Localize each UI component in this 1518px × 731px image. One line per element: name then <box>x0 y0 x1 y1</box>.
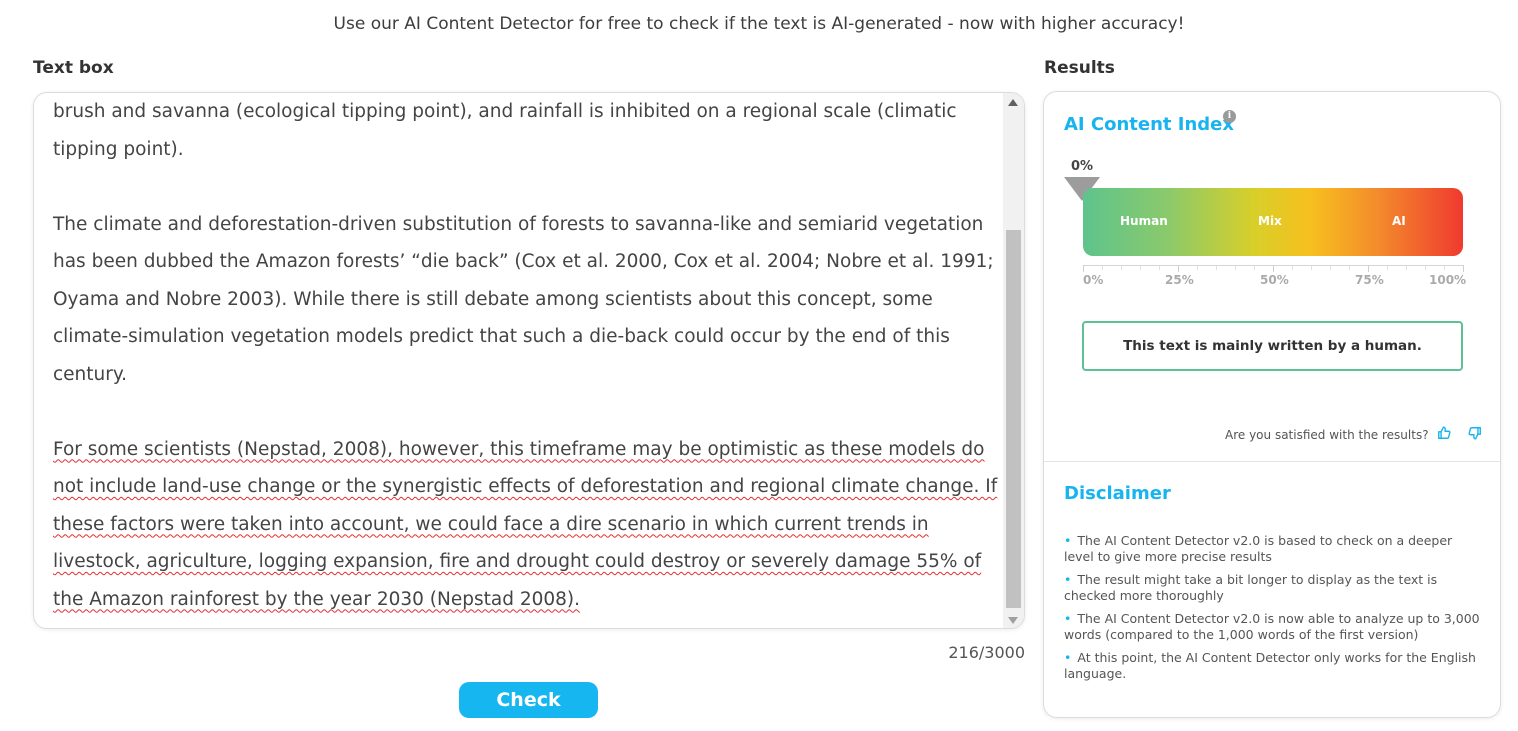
ai-content-index-title: AI Content Index <box>1064 114 1234 135</box>
satisfaction-prompt: Are you satisfied with the results? <box>1225 428 1429 442</box>
scale-tick <box>1121 265 1122 270</box>
scale-tick <box>1197 265 1198 270</box>
scale-tick <box>1140 265 1141 270</box>
page-banner: Use our AI Content Detector for free to … <box>333 14 1185 34</box>
textbox-label: Text box <box>33 58 114 78</box>
gauge-label-mix: Mix <box>1258 214 1282 228</box>
text-input-area[interactable]: brush and savanna (ecological tipping po… <box>33 92 1025 629</box>
scroll-down-arrow-icon[interactable] <box>1008 617 1018 624</box>
scale-tick <box>1292 265 1293 270</box>
scale-tick <box>1159 265 1160 270</box>
scale-tick-label: 25% <box>1165 273 1194 287</box>
results-label: Results <box>1044 58 1115 78</box>
verdict-box: This text is mainly written by a human. <box>1082 321 1463 371</box>
scale-tick-label: 0% <box>1083 273 1104 287</box>
scale-tick <box>1330 265 1331 270</box>
disclaimer-title: Disclaimer <box>1064 483 1171 504</box>
textbox-content[interactable]: brush and savanna (ecological tipping po… <box>53 93 998 618</box>
scale-tick <box>1368 265 1369 272</box>
scale-tick <box>1083 265 1084 272</box>
thumbs-up-icon[interactable] <box>1437 426 1451 444</box>
scale-tick-label: 75% <box>1355 273 1384 287</box>
scroll-up-arrow-icon[interactable] <box>1008 99 1018 106</box>
paragraph-1: brush and savanna (ecological tipping po… <box>53 101 957 160</box>
scale-tick <box>1216 265 1217 270</box>
gauge-label-ai: AI <box>1392 214 1406 228</box>
check-button[interactable]: Check <box>459 682 598 718</box>
ai-gauge-bar: Human Mix AI <box>1083 188 1463 256</box>
section-divider <box>1044 461 1500 462</box>
scale-tick <box>1235 265 1236 270</box>
gauge-label-human: Human <box>1120 214 1168 228</box>
scale-tick-label: 50% <box>1260 273 1289 287</box>
scale-tick <box>1406 265 1407 270</box>
scroll-thumb[interactable] <box>1006 230 1021 608</box>
info-icon[interactable]: i <box>1223 110 1236 123</box>
word-counter: 216/3000 <box>948 643 1025 662</box>
disclaimer-item: • The AI Content Detector v2.0 is based t… <box>1064 533 1453 564</box>
scale-tick <box>1178 265 1179 272</box>
scale-tick <box>1444 265 1445 270</box>
scale-tick <box>1349 265 1350 270</box>
scale-tick <box>1102 265 1103 270</box>
ai-percentage-value: 0% <box>1071 159 1094 174</box>
scale-tick-label: 100% <box>1429 273 1467 287</box>
scale-tick <box>1311 265 1312 270</box>
disclaimer-item: • At this point, the AI Content Detector … <box>1064 650 1476 681</box>
textbox-scrollbar[interactable] <box>1003 93 1024 628</box>
paragraph-2: The climate and deforestation-driven sub… <box>53 213 994 385</box>
thumbs-down-icon[interactable] <box>1468 426 1482 444</box>
scale-tick <box>1254 265 1255 270</box>
scale-tick <box>1463 265 1464 272</box>
paragraph-3: For some scientists (Nepstad, 2008), how… <box>53 438 998 610</box>
results-panel: AI Content Index i 0% Human Mix AI 0% 25%… <box>1043 91 1501 718</box>
disclaimer-item: • The AI Content Detector v2.0 is now abl… <box>1064 611 1480 642</box>
disclaimer-item: • The result might take a bit longer to d… <box>1064 572 1438 603</box>
scale-tick <box>1387 265 1388 270</box>
scale-tick <box>1273 265 1274 272</box>
scale-tick <box>1425 265 1426 270</box>
disclaimer-list: • The AI Content Detector v2.0 is based t… <box>1064 533 1484 689</box>
